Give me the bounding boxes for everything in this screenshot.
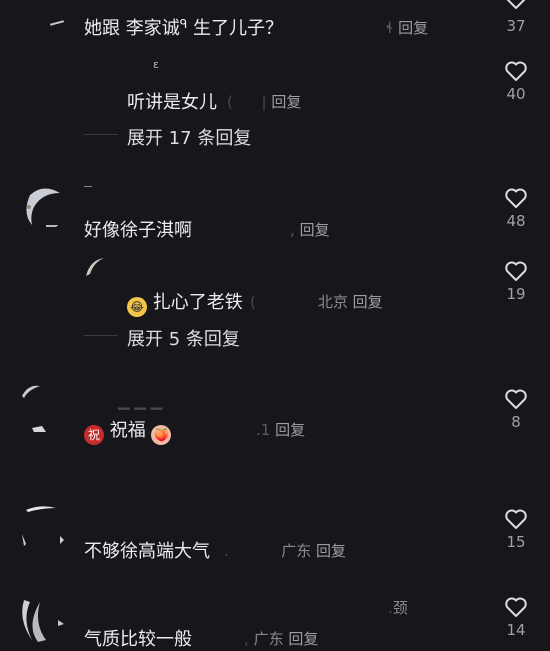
comment-meta: . 广东 回复	[224, 542, 347, 560]
comment-text: 气质比较一般	[84, 629, 192, 650]
like-count: 14	[506, 621, 526, 639]
avatar[interactable]	[20, 504, 68, 554]
like-button[interactable]	[496, 0, 536, 10]
reply-button[interactable]: 回复	[353, 293, 383, 311]
comment-meta: .1 回复	[256, 421, 306, 439]
avatar[interactable]	[84, 256, 106, 284]
reply-button[interactable]: 回复	[316, 542, 346, 560]
expand-divider	[84, 134, 118, 135]
username-fragment: ▁ ▁ ▁	[118, 392, 163, 410]
like-button[interactable]: 14	[496, 596, 536, 639]
like-count: 19	[506, 285, 526, 303]
location: 广东	[281, 542, 312, 560]
expand-replies-button[interactable]: 展开 5 条回复	[127, 325, 240, 351]
reply-button[interactable]: 回复	[271, 93, 301, 111]
avatar-image	[22, 600, 64, 642]
like-count: 15	[506, 533, 526, 551]
expand-divider	[84, 335, 118, 336]
reply-button[interactable]: 回复	[288, 630, 318, 648]
zhu-emoji-icon: 祝	[84, 425, 104, 445]
location: 广东	[253, 630, 284, 648]
comment-meta: , 回复	[290, 221, 330, 239]
reply-text: 😂 扎心了老铁	[127, 288, 243, 317]
heart-icon	[506, 0, 526, 9]
avatar-image	[22, 385, 46, 432]
comment-meta: , 广东 回复	[244, 630, 319, 648]
like-button[interactable]: 15	[496, 508, 536, 551]
reply-button[interactable]: 回复	[398, 19, 428, 37]
avatar-fragment: ɛ	[153, 58, 159, 71]
avatar-image	[26, 188, 61, 227]
heart-icon	[505, 509, 527, 529]
like-button[interactable]: 48	[496, 187, 536, 230]
heart-icon	[505, 188, 527, 208]
like-button[interactable]: 19	[496, 260, 536, 303]
avatar[interactable]	[18, 382, 64, 438]
comment-text: 祝 祝福 🍑	[84, 416, 172, 445]
avatar[interactable]	[20, 185, 66, 231]
comment-text: 好像徐子淇啊	[84, 220, 192, 241]
comment-extra: .颈	[388, 599, 408, 617]
like-button[interactable]: 40	[496, 60, 536, 103]
like-count: 8	[511, 413, 521, 431]
like-count-box: 37	[496, 14, 536, 35]
avatar[interactable]	[18, 596, 68, 645]
crying-emoji-icon: 😂	[127, 297, 147, 317]
like-count: 48	[506, 212, 526, 230]
avatar-image	[86, 258, 104, 276]
reply-button[interactable]: 回复	[275, 421, 305, 439]
comment-text: 她跟 李家诚ᑫ 生了儿子？	[84, 17, 284, 39]
like-count: 40	[506, 85, 526, 103]
like-button[interactable]: 8	[496, 388, 536, 431]
avatar-fragment	[49, 20, 65, 26]
comment-text: 不够徐高端大气	[84, 541, 210, 562]
expand-replies-button[interactable]: 展开 17 条回复	[127, 124, 251, 150]
like-count: 37	[506, 17, 526, 35]
reply-button[interactable]: 回复	[300, 221, 330, 239]
reply-meta: ( 北京 回复	[250, 293, 383, 311]
reply-text: 听讲是女儿	[127, 92, 217, 113]
comment-meta: ɬ 回复	[386, 19, 429, 37]
reply-meta: ( | 回复	[227, 93, 302, 111]
peach-emoji-icon: 🍑	[151, 425, 172, 445]
heart-icon	[505, 261, 527, 281]
heart-icon	[505, 597, 527, 617]
location: 北京	[317, 293, 348, 311]
avatar-image	[22, 506, 64, 546]
heart-icon	[505, 389, 527, 409]
heart-icon	[505, 61, 527, 81]
username-fragment	[84, 186, 92, 187]
